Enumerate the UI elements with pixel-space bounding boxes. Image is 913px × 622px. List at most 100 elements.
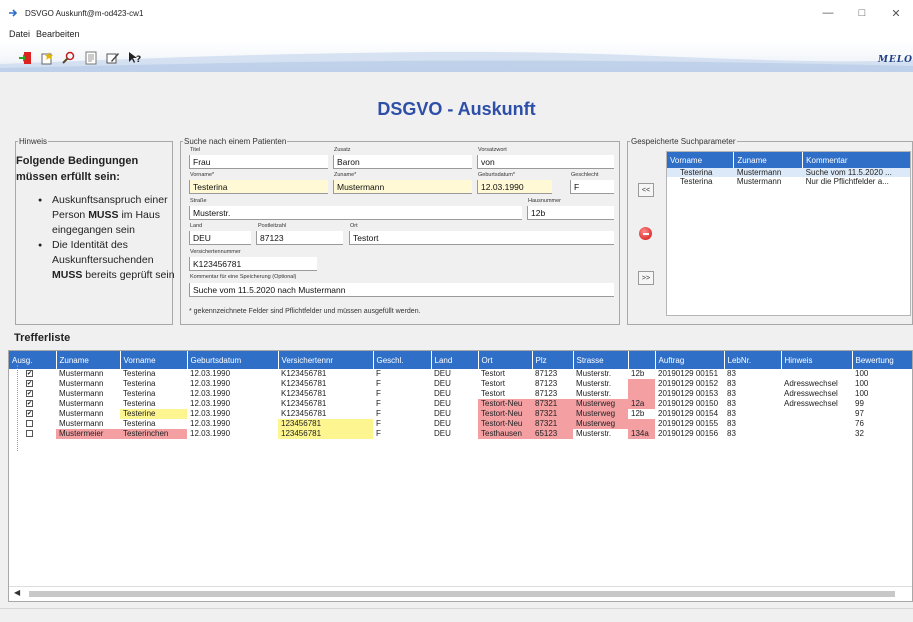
table-cell: K123456781: [281, 399, 327, 408]
scrollbar-thumb[interactable]: [29, 591, 895, 597]
results-tree-lines: [17, 365, 23, 451]
titel-label: Titel: [190, 147, 201, 153]
table-cell: K123456781: [281, 369, 327, 378]
close-button[interactable]: ✕: [879, 0, 913, 26]
vorsatzwort-label: Vorsatzwort: [478, 147, 507, 153]
geburtsdatum-field[interactable]: 12.03.1990: [477, 180, 552, 194]
vorname-field[interactable]: Testerina: [189, 180, 328, 194]
select-checkbox[interactable]: ✔: [26, 400, 33, 408]
scroll-left-icon[interactable]: ◀: [14, 588, 20, 597]
horizontal-scrollbar[interactable]: ◀: [9, 586, 912, 600]
table-cell: Testerina: [123, 369, 156, 378]
land-field[interactable]: DEU: [189, 231, 251, 245]
results-col-header[interactable]: [628, 351, 656, 369]
table-cell: 123456781: [278, 429, 373, 439]
table-cell: K123456781: [281, 409, 327, 418]
postleitzahl-field[interactable]: 87123: [256, 231, 343, 245]
table-cell: F: [376, 379, 381, 388]
results-col-header[interactable]: Hinweis: [781, 351, 853, 369]
select-checkbox[interactable]: [26, 430, 33, 438]
save-params-button[interactable]: >>: [638, 271, 654, 285]
table-cell: Mustermann: [59, 379, 104, 388]
select-checkbox[interactable]: ✔: [26, 390, 33, 398]
results-col-header[interactable]: Strasse: [573, 351, 629, 369]
select-checkbox[interactable]: ✔: [26, 380, 33, 388]
hausnummer-field[interactable]: 12b: [527, 206, 614, 220]
table-cell: 83: [727, 379, 736, 388]
table-cell: [781, 419, 852, 429]
maximize-button[interactable]: □: [845, 0, 879, 26]
ort-field[interactable]: Testort: [349, 231, 614, 245]
table-cell: 83: [727, 399, 736, 408]
results-col-header[interactable]: Land: [431, 351, 479, 369]
table-cell: Musterweg: [573, 399, 628, 409]
status-bar: [0, 608, 913, 622]
results-col-header[interactable]: Auftrag: [655, 351, 725, 369]
strasse-field[interactable]: Musterstr.: [189, 206, 522, 220]
help-icon[interactable]: ?: [127, 50, 143, 66]
exit-icon[interactable]: [17, 50, 33, 66]
results-col-header[interactable]: Plz: [532, 351, 574, 369]
table-cell: Testort: [481, 379, 506, 388]
strasse-label: Straße: [190, 198, 207, 204]
saved-col-kommentar[interactable]: Kommentar: [802, 152, 910, 168]
kommentar-field[interactable]: Suche vom 11.5.2020 nach Mustermann: [189, 283, 614, 297]
table-cell: Testerinchen: [120, 429, 187, 439]
table-row[interactable]: ✔ Mustermann Testerina 12.03.1990 K123456781…: [9, 389, 912, 399]
table-cell: 100: [855, 379, 869, 388]
table-cell: Testerina: [123, 419, 156, 428]
versichertennummer-field[interactable]: K123456781: [189, 257, 317, 271]
table-cell: 20190129 00156: [658, 429, 719, 438]
saved-col-vorname[interactable]: Vorname: [667, 152, 735, 168]
table-cell: 100: [855, 369, 869, 378]
menu-bearbeiten[interactable]: Bearbeiten: [36, 29, 80, 39]
minimize-button[interactable]: —: [811, 0, 845, 26]
table-cell: Mustermann: [59, 389, 104, 398]
select-checkbox[interactable]: ✔: [26, 410, 33, 418]
saved-row[interactable]: Testerina Mustermann Nur die Pflichtfeld…: [667, 177, 910, 186]
geschlecht-field[interactable]: F: [570, 180, 614, 194]
load-params-button[interactable]: <<: [638, 183, 654, 197]
vorsatzwort-field[interactable]: von: [477, 155, 614, 169]
edit-icon[interactable]: [105, 50, 121, 66]
table-cell: Testort-Neu: [478, 419, 532, 429]
table-cell: Mustermann: [59, 369, 104, 378]
table-cell: Musterstr.: [576, 379, 612, 388]
table-cell: [781, 429, 852, 439]
table-cell: F: [376, 419, 381, 428]
table-cell: 65123: [532, 429, 573, 439]
results-col-header[interactable]: Zuname: [56, 351, 121, 369]
search-icon[interactable]: [61, 50, 77, 66]
zuname-field[interactable]: Mustermann: [333, 180, 472, 194]
results-col-header[interactable]: Geschl.: [373, 351, 432, 369]
zusatz-field[interactable]: Baron: [333, 155, 472, 169]
select-checkbox[interactable]: ✔: [26, 370, 33, 378]
saved-col-zuname[interactable]: Zuname: [733, 152, 804, 168]
table-cell: Mustermeier: [56, 429, 120, 439]
versichertennummer-label: Versichertennummer: [190, 249, 241, 255]
table-cell: Musterstr.: [576, 429, 612, 438]
table-cell: 20190129 00152: [658, 379, 719, 388]
results-col-header[interactable]: Ort: [478, 351, 533, 369]
results-col-header[interactable]: Versichertennr: [278, 351, 374, 369]
table-row[interactable]: ✔ Mustermann Testerine 12.03.1990 K123456781…: [9, 409, 912, 419]
menu-datei[interactable]: Datei: [9, 29, 30, 39]
table-cell: 83: [727, 369, 736, 378]
table-row[interactable]: ✔ Mustermann Testerina 12.03.1990 K123456781…: [9, 399, 912, 409]
table-cell: 87123: [535, 379, 558, 388]
results-col-header[interactable]: LebNr.: [724, 351, 782, 369]
delete-params-button[interactable]: [639, 227, 652, 240]
table-row[interactable]: ✔ Mustermann Testerina 12.03.1990 K123456781…: [9, 369, 912, 379]
results-col-header[interactable]: Vorname: [120, 351, 188, 369]
select-checkbox[interactable]: [26, 420, 33, 428]
new-search-icon[interactable]: [39, 50, 55, 66]
window-title: DSVGO Auskunft@m-od423-cw1: [25, 8, 144, 18]
document-icon[interactable]: [83, 50, 99, 66]
table-row[interactable]: ✔ Mustermann Testerina 12.03.1990 K123456781…: [9, 379, 912, 389]
titel-field[interactable]: Frau: [189, 155, 328, 169]
saved-row[interactable]: Testerina Mustermann Suche vom 11.5.2020…: [667, 168, 910, 177]
results-col-header[interactable]: Bewertung: [852, 351, 912, 369]
table-row[interactable]: Mustermeier Testerinchen 12.03.1990 1234567…: [9, 429, 912, 439]
table-row[interactable]: Mustermann Testerina 12.03.1990 123456781 F D…: [9, 419, 912, 429]
results-col-header[interactable]: Geburtsdatum: [187, 351, 279, 369]
